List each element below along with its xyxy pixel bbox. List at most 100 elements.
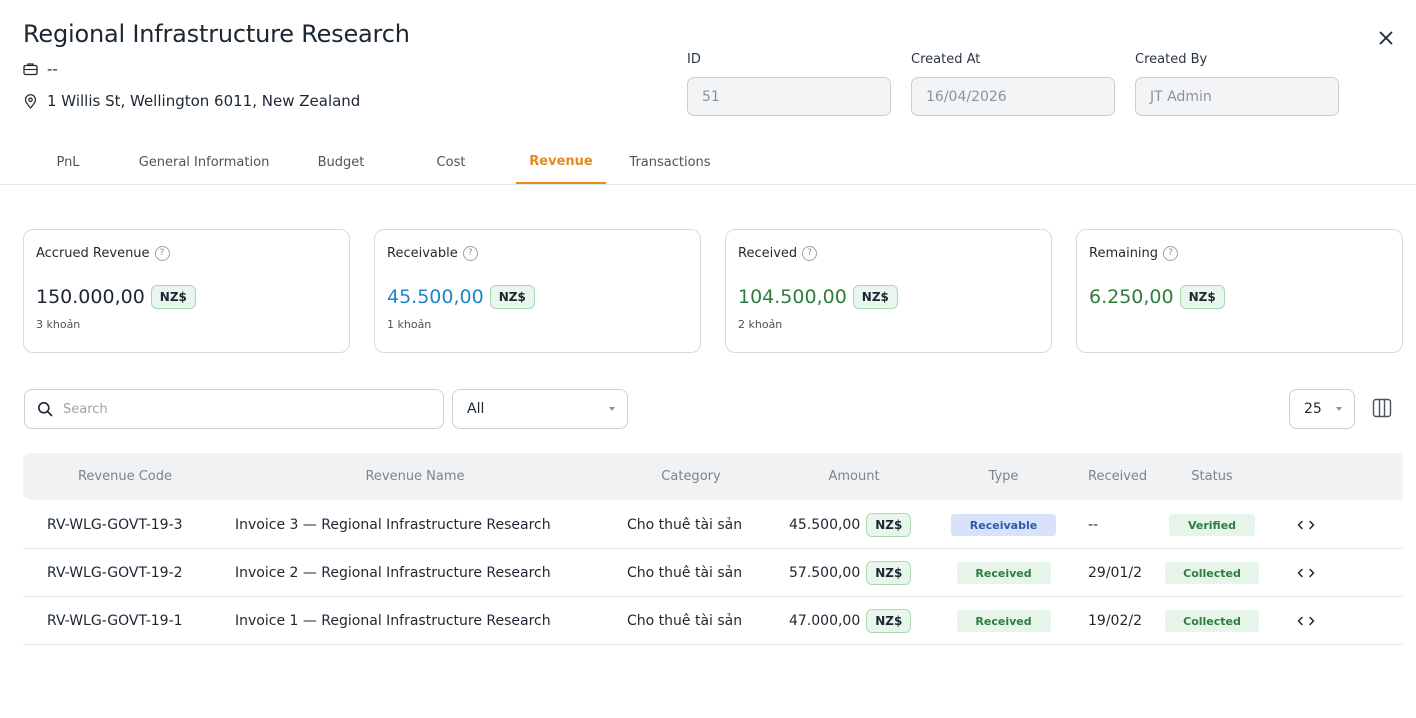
currency-badge: NZ$ <box>866 609 912 633</box>
created-by-field: Created By JT Admin <box>1135 52 1339 116</box>
amount-cell: 47.000,00 NZ$ <box>789 597 949 645</box>
column-header-status[interactable]: Status <box>1165 453 1259 500</box>
location-pin-icon <box>24 93 37 109</box>
created-by-label: Created By <box>1135 52 1208 67</box>
card-value: 104.500,00 <box>738 286 847 308</box>
status-cell: Collected <box>1165 549 1259 597</box>
amount-cell: 57.500,00 NZ$ <box>789 549 949 597</box>
revenue-name: Invoice 1 — Regional Infrastructure Rese… <box>235 613 551 629</box>
column-header-type[interactable]: Type <box>951 453 1056 500</box>
created-by-input: JT Admin <box>1135 77 1339 116</box>
id-label: ID <box>687 52 701 67</box>
created-at-label: Created At <box>911 52 981 67</box>
tab-transactions[interactable]: Transactions <box>620 140 720 184</box>
type-cell: Received <box>951 549 1056 597</box>
card-count: 2 khoản <box>738 318 783 331</box>
table-row[interactable]: RV-WLG-GOVT-19-2 Invoice 2 — Regional In… <box>23 549 1403 597</box>
received-date: -- <box>1088 517 1099 533</box>
code-icon <box>1297 568 1315 578</box>
accrued-revenue-card: Accrued Revenue ? 150.000,00 NZ$ 3 khoản <box>23 229 350 353</box>
table-header: Revenue Code Revenue Name Category Amoun… <box>23 453 1403 500</box>
column-header-category[interactable]: Category <box>627 453 755 500</box>
amount-cell: 45.500,00 NZ$ <box>789 501 949 549</box>
type-badge: Received <box>956 562 1051 584</box>
type-cell: Received <box>951 597 1056 645</box>
currency-badge: NZ$ <box>1179 285 1225 309</box>
briefcase-icon <box>23 63 38 76</box>
currency-badge: NZ$ <box>866 513 912 537</box>
type-cell: Receivable <box>951 501 1056 549</box>
column-header-amount[interactable]: Amount <box>789 453 919 500</box>
table-row[interactable]: RV-WLG-GOVT-19-1 Invoice 1 — Regional In… <box>23 597 1403 645</box>
address-text: 1 Willis St, Wellington 6011, New Zealan… <box>47 92 361 110</box>
page-size-value: 25 <box>1304 401 1322 417</box>
code-icon <box>1297 616 1315 626</box>
id-field: ID 51 <box>687 52 891 116</box>
status-cell: Collected <box>1165 597 1259 645</box>
revenue-code: RV-WLG-GOVT-19-2 <box>47 565 183 581</box>
close-button[interactable] <box>1374 26 1398 50</box>
type-badge: Receivable <box>951 514 1056 536</box>
status-badge: Collected <box>1165 610 1259 632</box>
tab-revenue[interactable]: Revenue <box>516 140 606 184</box>
category-row: -- <box>23 60 58 78</box>
received-date: 19/02/2 <box>1088 613 1142 629</box>
amount: 57.500,00 <box>789 565 861 581</box>
row-action-button[interactable] <box>1291 549 1321 597</box>
filter-value: All <box>467 401 485 417</box>
card-title: Remaining <box>1089 245 1159 261</box>
tab-cost[interactable]: Cost <box>410 140 492 184</box>
column-toggle-button[interactable] <box>1372 398 1394 420</box>
help-icon[interactable]: ? <box>154 245 170 261</box>
category-text: -- <box>47 60 58 78</box>
tab-pnl[interactable]: PnL <box>30 140 106 184</box>
row-action-button[interactable] <box>1291 597 1321 645</box>
help-icon[interactable]: ? <box>802 245 818 261</box>
address-row: 1 Willis St, Wellington 6011, New Zealan… <box>23 92 360 110</box>
code-icon <box>1297 520 1315 530</box>
close-icon <box>1379 31 1393 45</box>
type-badge: Received <box>956 610 1051 632</box>
search-box <box>24 389 444 429</box>
table-row[interactable]: RV-WLG-GOVT-19-3 Invoice 3 — Regional In… <box>23 501 1403 549</box>
card-title: Accrued Revenue <box>36 245 150 261</box>
currency-badge: NZ$ <box>852 285 898 309</box>
amount: 47.000,00 <box>789 613 861 629</box>
currency-badge: NZ$ <box>489 285 535 309</box>
help-icon[interactable]: ? <box>462 245 478 261</box>
help-icon[interactable]: ? <box>1163 245 1179 261</box>
card-title: Receivable <box>387 245 458 261</box>
page-title: Regional Infrastructure Research <box>23 20 410 48</box>
page-size-select[interactable]: 25 <box>1289 389 1355 429</box>
card-title: Received <box>738 245 798 261</box>
columns-icon <box>1372 398 1392 418</box>
created-at-field: Created At 16/04/2026 <box>911 52 1115 116</box>
column-header-revenue-code[interactable]: Revenue Code <box>47 453 203 500</box>
revenue-name: Invoice 3 — Regional Infrastructure Rese… <box>235 517 551 533</box>
card-value: 45.500,00 <box>387 286 484 308</box>
column-header-received[interactable]: Received <box>1088 453 1149 500</box>
card-count: 1 khoản <box>387 318 432 331</box>
currency-badge: NZ$ <box>866 561 912 585</box>
tab-budget[interactable]: Budget <box>300 140 382 184</box>
tab-general-information[interactable]: General Information <box>124 140 284 184</box>
remaining-card: Remaining ? 6.250,00 NZ$ <box>1076 229 1403 353</box>
received-date: 29/01/2 <box>1088 565 1142 581</box>
card-count: 3 khoản <box>36 318 81 331</box>
revenue-code: RV-WLG-GOVT-19-1 <box>47 613 183 629</box>
category: Cho thuê tài sản <box>627 565 743 581</box>
revenue-code: RV-WLG-GOVT-19-3 <box>47 517 183 533</box>
chevron-down-icon <box>1336 407 1342 411</box>
amount: 45.500,00 <box>789 517 861 533</box>
column-header-revenue-name[interactable]: Revenue Name <box>235 453 595 500</box>
search-input[interactable] <box>63 401 423 417</box>
search-icon <box>38 402 53 417</box>
receivable-card: Receivable ? 45.500,00 NZ$ 1 khoản <box>374 229 701 353</box>
status-cell: Verified <box>1165 501 1259 549</box>
received-card: Received ? 104.500,00 NZ$ 2 khoản <box>725 229 1052 353</box>
id-input: 51 <box>687 77 891 116</box>
category: Cho thuê tài sản <box>627 613 743 629</box>
category: Cho thuê tài sản <box>627 517 743 533</box>
type-filter-select[interactable]: All <box>452 389 628 429</box>
row-action-button[interactable] <box>1291 501 1321 549</box>
